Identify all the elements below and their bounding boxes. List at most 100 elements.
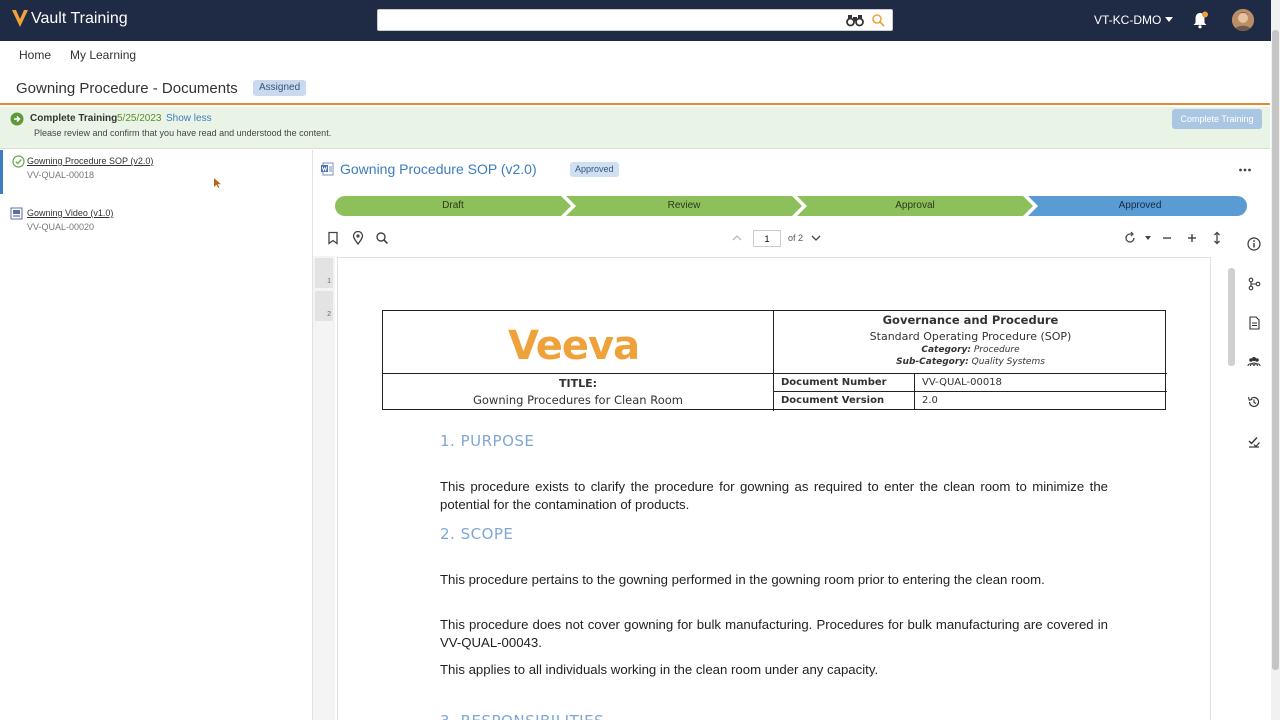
complete-training-button[interactable]: Complete Training — [1172, 109, 1262, 129]
previous-page-icon[interactable] — [730, 231, 744, 245]
document-item-video[interactable]: Gowning Video (v1.0) VV-QUAL-00020 — [0, 202, 313, 246]
video-file-icon — [10, 207, 23, 220]
page-scrollbar-thumb[interactable] — [1272, 30, 1279, 670]
stage-draft: Draft — [442, 200, 464, 211]
viewer-toolbar: of 2 — [320, 228, 1235, 250]
user-photo-icon — [1232, 9, 1254, 31]
location-pin-icon[interactable] — [351, 231, 365, 245]
show-less-link[interactable]: Show less — [166, 113, 212, 124]
document-title[interactable]: Gowning Video (v1.0) — [27, 208, 113, 218]
page-scrollbar[interactable] — [1271, 0, 1280, 720]
global-search[interactable] — [377, 9, 893, 31]
doc-version-label: Document Version — [774, 392, 915, 410]
document-number: VV-QUAL-00018 — [27, 170, 95, 180]
purpose-paragraph: This procedure exists to clarify the pro… — [440, 479, 1108, 512]
doc-number-value: VV-QUAL-00018 — [922, 377, 1002, 388]
scope-paragraph-1: This procedure pertains to the gowning p… — [440, 572, 1045, 587]
page-number-input[interactable] — [753, 230, 781, 247]
rotate-dropdown-icon[interactable] — [1141, 231, 1155, 245]
vault-name: VT-KC-DMO — [1094, 13, 1162, 27]
viewer-scrollbar[interactable] — [1228, 268, 1235, 366]
fit-height-icon[interactable] — [1210, 231, 1224, 245]
document-title[interactable]: Gowning Procedure SOP (v2.0) — [27, 156, 153, 166]
arrow-right-circle-icon — [10, 112, 24, 126]
subcategory-value: Quality Systems — [971, 357, 1045, 367]
subcategory-label: Sub-Category: — [896, 357, 969, 367]
checklist-icon[interactable] — [1247, 435, 1261, 449]
main-nav: Home My Learning — [0, 41, 1270, 69]
page-header: Gowning Procedure - Documents Assigned — [0, 69, 1270, 105]
stage-approved: Approved — [1118, 200, 1162, 211]
viewer-header: Gowning Procedure SOP (v2.0) Approved — [320, 158, 1270, 182]
search-document-icon[interactable] — [375, 231, 389, 245]
scope-paragraph-2: This procedure does not cover gowning fo… — [440, 617, 1108, 650]
workflow-icon[interactable] — [1247, 277, 1261, 291]
vault-selector[interactable]: VT-KC-DMO — [1094, 13, 1174, 27]
assigned-badge: Assigned — [253, 80, 307, 96]
doc-number-row: Document Number VV-QUAL-00018 — [774, 374, 1167, 392]
category-label: Category: — [921, 345, 971, 355]
page-thumbnails: 1 2 — [313, 256, 335, 720]
top-bar: Vault Training VT-KC-DMO — [0, 0, 1280, 41]
governance-title: Governance and Procedure — [882, 313, 1059, 327]
subcategory-line: Sub-Category: Quality Systems — [774, 357, 1167, 367]
governance-subtitle: Standard Operating Procedure (SOP) — [869, 330, 1072, 343]
doc-version-value: 2.0 — [922, 395, 938, 406]
banner-message: Please review and confirm that you have … — [34, 128, 332, 138]
thumbnail-page-2[interactable]: 2 — [315, 291, 333, 321]
title-cell: TITLE: Gowning Procedures for Clean Room — [383, 374, 774, 411]
app-logo[interactable]: Vault Training — [11, 9, 128, 29]
mouse-cursor-icon — [214, 178, 221, 188]
lifecycle-stages: Draft Review Approval Approved — [335, 196, 1247, 216]
title-label: TITLE: — [558, 377, 598, 390]
category-line: Category: Procedure — [774, 345, 1167, 355]
info-icon[interactable] — [1247, 237, 1261, 251]
document-header-table: Veeva TITLE: Gowning Procedures for Clea… — [382, 310, 1167, 411]
doc-version-row: Document Version 2.0 — [774, 392, 1167, 410]
section-heading-purpose: 1. PURPOSE — [440, 432, 535, 450]
document-number: VV-QUAL-00020 — [27, 222, 95, 232]
approved-badge: Approved — [570, 162, 619, 177]
section-heading-scope: 2. SCOPE — [440, 525, 514, 543]
document-viewer: Veeva TITLE: Gowning Procedures for Clea… — [337, 257, 1211, 720]
scope-paragraph-3: This applies to all individuals working … — [440, 662, 879, 677]
bookmark-icon[interactable] — [326, 231, 340, 245]
category-value: Procedure — [973, 345, 1020, 355]
zoom-in-icon[interactable] — [1185, 231, 1199, 245]
nav-home[interactable]: Home — [19, 48, 51, 62]
veeva-logo: Veeva — [508, 323, 640, 369]
document-item-sop[interactable]: Gowning Procedure SOP (v2.0) VV-QUAL-000… — [0, 150, 313, 194]
binoculars-icon[interactable] — [846, 13, 864, 27]
complete-training-banner: Complete Training 5/25/2023 Show less Pl… — [0, 107, 1270, 149]
section-heading-responsibilities: 3. RESPONSIBILITIES — [440, 712, 604, 720]
stage-review: Review — [667, 200, 701, 211]
rotate-icon[interactable] — [1123, 231, 1137, 245]
title-value: Gowning Procedures for Clean Room — [472, 393, 683, 407]
page-title: Gowning Procedure - Documents — [16, 80, 238, 97]
more-options-icon[interactable] — [1238, 163, 1252, 177]
app-title: Vault Training — [31, 10, 128, 27]
doc-number-label: Document Number — [774, 374, 915, 392]
history-icon[interactable] — [1247, 395, 1261, 409]
check-circle-icon — [12, 155, 25, 168]
search-input[interactable] — [384, 12, 834, 28]
banner-due-date: 5/25/2023 — [117, 113, 162, 124]
governance-cell: Governance and Procedure Standard Operat… — [774, 311, 1167, 374]
right-rail — [1240, 228, 1270, 468]
next-page-icon[interactable] — [809, 231, 823, 245]
logo-cell: Veeva — [383, 311, 774, 374]
thumbnail-page-1[interactable]: 1 — [315, 258, 333, 288]
document-list: Gowning Procedure SOP (v2.0) VV-QUAL-000… — [0, 150, 313, 720]
nav-my-learning[interactable]: My Learning — [70, 48, 136, 62]
notifications-bell-icon[interactable] — [1191, 11, 1209, 29]
word-document-icon — [321, 162, 334, 176]
search-icon[interactable] — [871, 13, 885, 27]
stage-approval: Approval — [895, 200, 935, 211]
page-count: of 2 — [788, 233, 804, 243]
zoom-out-icon[interactable] — [1160, 231, 1174, 245]
caret-down-icon — [1165, 17, 1174, 22]
vault-logo-icon — [12, 10, 28, 27]
user-avatar[interactable] — [1232, 9, 1254, 31]
users-icon[interactable] — [1247, 355, 1261, 369]
document-icon[interactable] — [1247, 316, 1261, 330]
